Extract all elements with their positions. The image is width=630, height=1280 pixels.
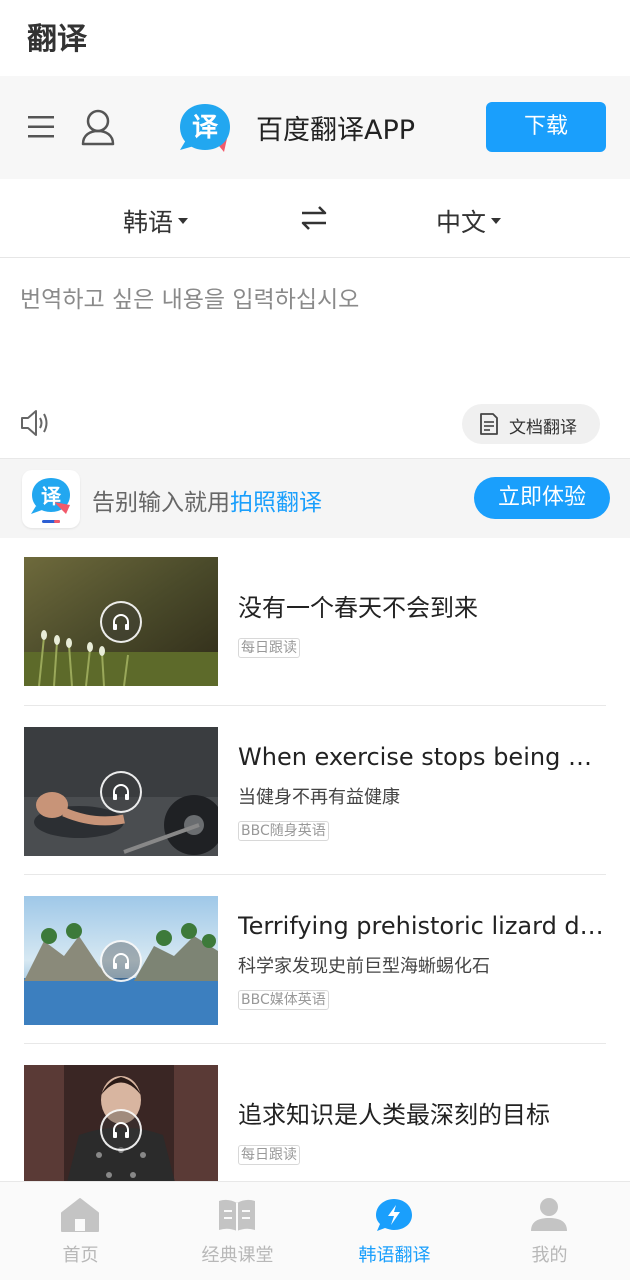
divider — [24, 705, 606, 706]
item-tag: 每日跟读 — [238, 638, 300, 658]
speaker-icon[interactable] — [20, 409, 50, 437]
promo-text: 告别输入就用拍照翻译 — [92, 483, 322, 517]
item-tag: BBC媒体英语 — [238, 990, 329, 1010]
tab-label: 经典课堂 — [201, 1245, 274, 1266]
list-item[interactable]: When exercise stops being good for you 当… — [0, 707, 630, 875]
tab-mine[interactable]: 我的 — [471, 1181, 628, 1280]
audio-play-icon — [100, 1109, 142, 1151]
tab-label: 我的 — [531, 1245, 568, 1266]
swap-languages-icon[interactable] — [300, 205, 328, 231]
target-language-select[interactable]: 中文 — [436, 203, 502, 239]
try-now-button[interactable]: 立即体验 — [474, 477, 610, 519]
source-language-select[interactable]: 韩语 — [123, 203, 189, 239]
item-title: Terrifying prehistoric lizard discovered — [238, 912, 604, 940]
page-title: 翻译 — [27, 22, 87, 57]
audio-play-icon — [100, 601, 142, 643]
caret-down-icon — [491, 218, 502, 224]
download-button[interactable]: 下载 — [486, 102, 606, 152]
input-placeholder[interactable]: 번역하고 싶은 내용을 입력하십시오 — [20, 280, 359, 314]
menu-icon[interactable] — [28, 114, 54, 140]
target-language-label: 中文 — [436, 208, 487, 237]
thumbnail-image — [24, 727, 218, 856]
person-icon — [531, 1198, 567, 1231]
home-icon — [61, 1198, 99, 1232]
thumbnail-image — [24, 896, 218, 1025]
tab-classic-class[interactable]: 经典课堂 — [159, 1181, 316, 1280]
app-logo-icon: 译 — [176, 100, 234, 156]
svg-text:译: 译 — [41, 484, 62, 508]
document-translate-button[interactable]: 文档翻译 — [462, 404, 600, 444]
item-tag: 每日跟读 — [238, 1145, 300, 1165]
tab-home[interactable]: 首页 — [2, 1181, 159, 1280]
photo-translate-logo-icon: 译 — [22, 470, 80, 528]
list-item[interactable]: 没有一个春天不会到来 每日跟读 — [0, 538, 630, 706]
user-icon[interactable] — [80, 108, 116, 146]
caret-down-icon — [178, 218, 189, 224]
thumbnail-image — [24, 557, 218, 686]
list-item[interactable]: Terrifying prehistoric lizard discovered… — [0, 876, 630, 1044]
app-name: 百度翻译APP — [256, 115, 416, 146]
audio-play-icon — [100, 771, 142, 813]
document-icon — [480, 413, 498, 435]
item-subtitle: 当健身不再有益健康 — [238, 787, 400, 808]
divider — [24, 874, 606, 875]
item-subtitle: 科学家发现史前巨型海蜥蜴化石 — [238, 956, 490, 977]
source-language-label: 韩语 — [123, 208, 174, 237]
document-translate-label: 文档翻译 — [509, 418, 577, 438]
audio-play-icon — [100, 940, 142, 982]
title-bar: 翻译 — [0, 0, 630, 76]
translate-bubble-icon — [376, 1199, 412, 1231]
promo-text-prefix: 告别输入就用 — [92, 490, 230, 516]
thumbnail-image — [24, 1065, 218, 1194]
item-title: 没有一个春天不会到来 — [238, 594, 478, 622]
item-title: When exercise stops being good for you — [238, 743, 604, 771]
promo-text-highlight: 拍照翻译 — [230, 490, 322, 516]
tab-label: 首页 — [62, 1245, 99, 1266]
divider — [24, 1043, 606, 1044]
item-tag: BBC随身英语 — [238, 821, 329, 841]
tab-label: 韩语翻译 — [358, 1245, 431, 1266]
item-title: 追求知识是人类最深刻的目标 — [238, 1101, 550, 1129]
book-icon — [219, 1199, 255, 1231]
tab-korean-translate[interactable]: 韩语翻译 — [316, 1181, 473, 1280]
svg-text:译: 译 — [192, 113, 219, 143]
